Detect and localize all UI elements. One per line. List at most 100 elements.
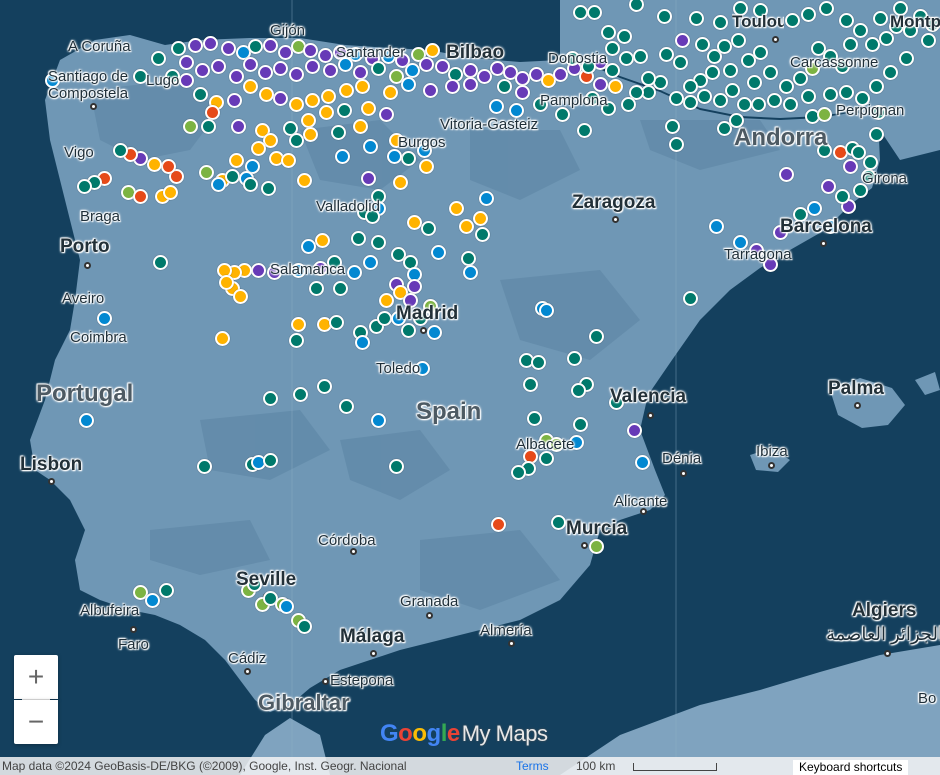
map-marker[interactable] bbox=[843, 37, 858, 52]
map-marker[interactable] bbox=[713, 93, 728, 108]
map-marker[interactable] bbox=[259, 87, 274, 102]
map-marker[interactable] bbox=[315, 233, 330, 248]
map-canvas[interactable]: Portugal Spain Andorra Gibraltar Porto M… bbox=[0, 0, 940, 775]
map-marker[interactable] bbox=[843, 159, 858, 174]
map-marker[interactable] bbox=[801, 89, 816, 104]
map-marker[interactable] bbox=[333, 281, 348, 296]
map-marker[interactable] bbox=[393, 175, 408, 190]
map-marker[interactable] bbox=[329, 315, 344, 330]
map-marker[interactable] bbox=[863, 155, 878, 170]
map-marker[interactable] bbox=[627, 423, 642, 438]
map-marker[interactable] bbox=[401, 77, 416, 92]
map-marker[interactable] bbox=[371, 235, 386, 250]
map-marker[interactable] bbox=[293, 387, 308, 402]
map-marker[interactable] bbox=[641, 71, 656, 86]
map-marker[interactable] bbox=[635, 455, 650, 470]
map-marker[interactable] bbox=[785, 13, 800, 28]
map-marker[interactable] bbox=[317, 379, 332, 394]
map-marker[interactable] bbox=[823, 87, 838, 102]
map-marker[interactable] bbox=[147, 157, 162, 172]
map-marker[interactable] bbox=[363, 139, 378, 154]
map-marker[interactable] bbox=[489, 99, 504, 114]
map-marker[interactable] bbox=[869, 79, 884, 94]
map-marker[interactable] bbox=[608, 79, 623, 94]
map-marker[interactable] bbox=[633, 49, 648, 64]
map-marker[interactable] bbox=[657, 9, 672, 24]
map-marker[interactable] bbox=[371, 413, 386, 428]
map-marker[interactable] bbox=[767, 93, 782, 108]
map-marker[interactable] bbox=[289, 97, 304, 112]
map-marker[interactable] bbox=[479, 191, 494, 206]
map-marker[interactable] bbox=[619, 51, 634, 66]
map-marker[interactable] bbox=[183, 119, 198, 134]
map-marker[interactable] bbox=[145, 593, 160, 608]
map-marker[interactable] bbox=[713, 15, 728, 30]
map-marker[interactable] bbox=[219, 275, 234, 290]
map-marker[interactable] bbox=[97, 311, 112, 326]
map-marker[interactable] bbox=[571, 383, 586, 398]
map-marker[interactable] bbox=[335, 149, 350, 164]
map-marker[interactable] bbox=[539, 303, 554, 318]
map-marker[interactable] bbox=[605, 41, 620, 56]
map-marker[interactable] bbox=[821, 179, 836, 194]
map-marker[interactable] bbox=[229, 153, 244, 168]
keyboard-shortcuts-button[interactable]: Keyboard shortcuts bbox=[793, 760, 909, 775]
map-marker[interactable] bbox=[617, 29, 632, 44]
map-marker[interactable] bbox=[248, 39, 263, 54]
map-marker[interactable] bbox=[261, 181, 276, 196]
map-marker[interactable] bbox=[589, 329, 604, 344]
map-marker[interactable] bbox=[179, 55, 194, 70]
map-marker[interactable] bbox=[371, 61, 386, 76]
map-marker[interactable] bbox=[297, 619, 312, 634]
map-marker[interactable] bbox=[665, 119, 680, 134]
map-marker[interactable] bbox=[263, 453, 278, 468]
map-marker[interactable] bbox=[419, 159, 434, 174]
map-marker[interactable] bbox=[573, 417, 588, 432]
map-marker[interactable] bbox=[725, 83, 740, 98]
map-marker[interactable] bbox=[199, 165, 214, 180]
map-marker[interactable] bbox=[817, 107, 832, 122]
map-marker[interactable] bbox=[77, 179, 92, 194]
map-marker[interactable] bbox=[659, 47, 674, 62]
map-marker[interactable] bbox=[883, 65, 898, 80]
map-marker[interactable] bbox=[463, 265, 478, 280]
map-marker[interactable] bbox=[113, 143, 128, 158]
map-marker[interactable] bbox=[587, 5, 602, 20]
map-marker[interactable] bbox=[763, 65, 778, 80]
map-marker[interactable] bbox=[215, 331, 230, 346]
map-marker[interactable] bbox=[193, 87, 208, 102]
map-marker[interactable] bbox=[449, 201, 464, 216]
map-marker[interactable] bbox=[723, 63, 738, 78]
map-marker[interactable] bbox=[303, 43, 318, 58]
map-marker[interactable] bbox=[605, 63, 620, 78]
map-marker[interactable] bbox=[751, 97, 766, 112]
map-marker[interactable] bbox=[807, 201, 822, 216]
map-marker[interactable] bbox=[339, 399, 354, 414]
map-marker[interactable] bbox=[869, 127, 884, 142]
map-marker[interactable] bbox=[197, 459, 212, 474]
map-marker[interactable] bbox=[683, 79, 698, 94]
map-marker[interactable] bbox=[201, 119, 216, 134]
map-marker[interactable] bbox=[361, 171, 376, 186]
map-marker[interactable] bbox=[353, 65, 368, 80]
map-marker[interactable] bbox=[151, 51, 166, 66]
map-marker[interactable] bbox=[669, 137, 684, 152]
map-marker[interactable] bbox=[279, 599, 294, 614]
map-marker[interactable] bbox=[361, 101, 376, 116]
map-marker[interactable] bbox=[819, 1, 834, 16]
map-marker[interactable] bbox=[491, 517, 506, 532]
map-marker[interactable] bbox=[355, 335, 370, 350]
map-marker[interactable] bbox=[879, 31, 894, 46]
map-marker[interactable] bbox=[323, 63, 338, 78]
map-marker[interactable] bbox=[853, 23, 868, 38]
map-marker[interactable] bbox=[689, 11, 704, 26]
map-marker[interactable] bbox=[531, 355, 546, 370]
map-marker[interactable] bbox=[899, 51, 914, 66]
map-marker[interactable] bbox=[423, 83, 438, 98]
map-marker[interactable] bbox=[695, 37, 710, 52]
map-marker[interactable] bbox=[305, 93, 320, 108]
map-marker[interactable] bbox=[835, 189, 850, 204]
map-marker[interactable] bbox=[203, 36, 218, 51]
map-marker[interactable] bbox=[851, 145, 866, 160]
map-marker[interactable] bbox=[347, 265, 362, 280]
